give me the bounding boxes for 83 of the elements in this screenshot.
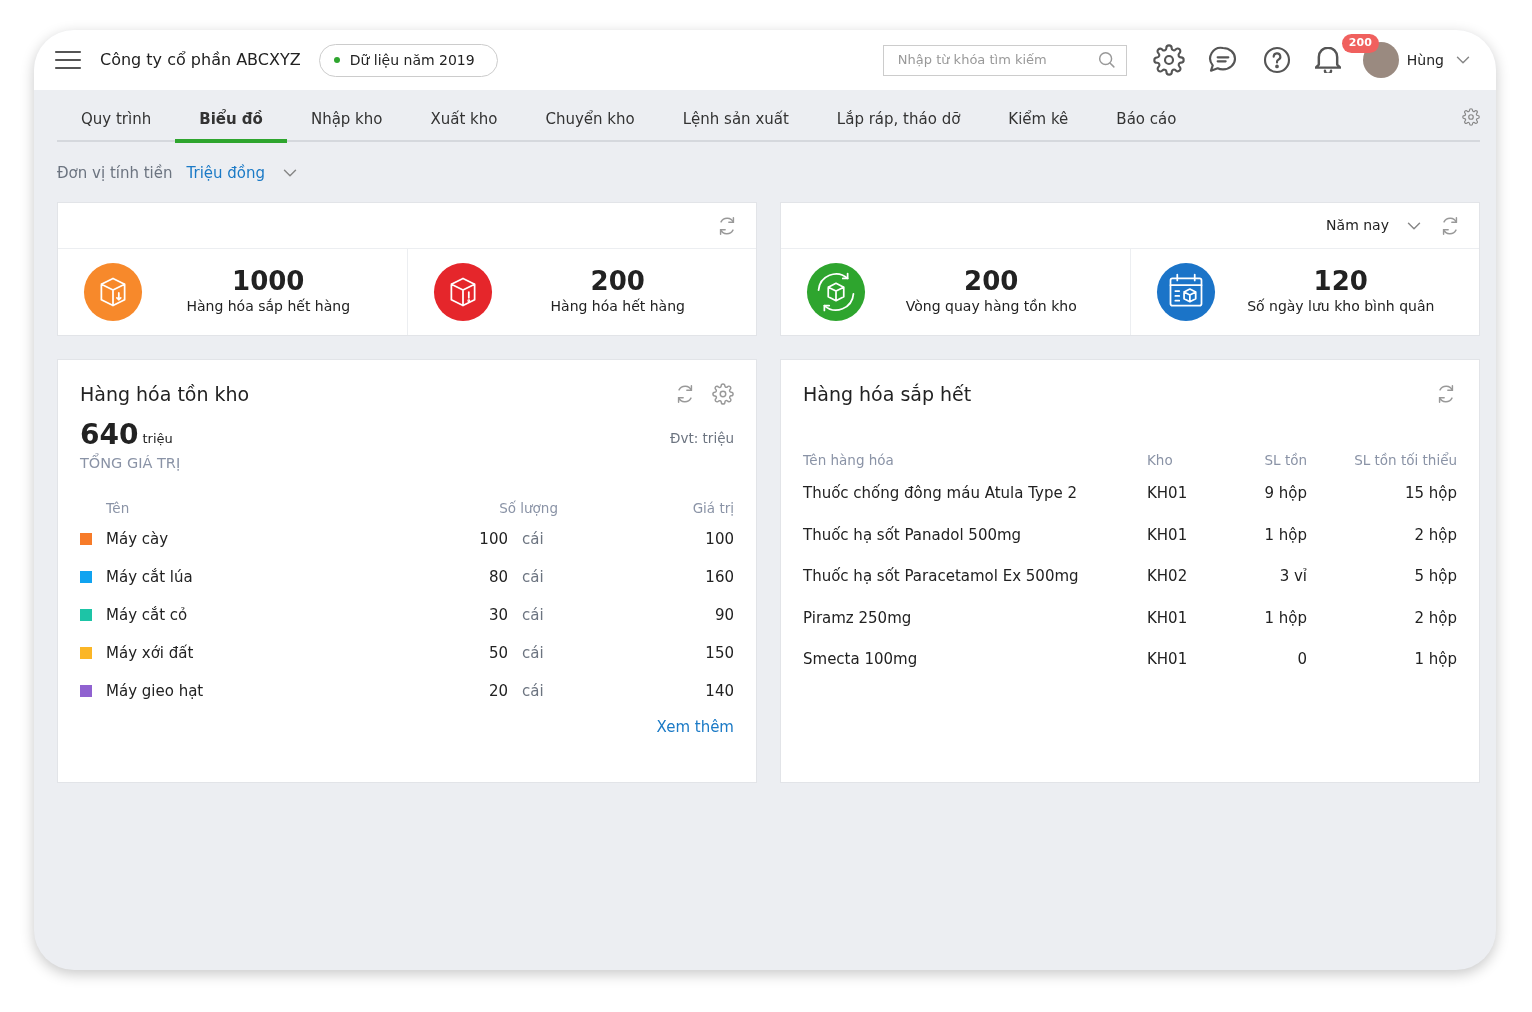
table-cell-text: 15 hộp — [1403, 483, 1457, 504]
item-name: Máy xới đất — [106, 643, 195, 664]
product-name: Piramz 250mg — [803, 607, 913, 629]
stat-label: Hàng hóa hết hàng — [550, 296, 685, 316]
product-name: Thuốc chống đông máu Atula Type 2 — [803, 483, 1078, 504]
product-name: Smecta 100mg — [803, 649, 919, 670]
tab[interactable]: Nhập kho — [286, 90, 407, 143]
item-name: Máy gieo hạt — [106, 681, 205, 702]
status-dot-icon — [333, 57, 340, 63]
search-bar[interactable]: Nhập từ khóa tìm kiếm — [882, 44, 1127, 76]
stat-value: 200 — [964, 267, 1019, 296]
table-cell-text: KH01 — [1147, 649, 1189, 670]
value-cell-text: 90 — [713, 605, 734, 626]
stat-value: 200 — [590, 267, 645, 296]
quantity-cell-text: 80 — [487, 567, 508, 588]
user-name[interactable]: Hùng — [1406, 49, 1444, 71]
panel-title: Hàng hóa tồn kho — [80, 382, 251, 407]
data-year-label: Dữ liệu năm 2019 — [349, 50, 475, 70]
table-cell-text: KH01 — [1147, 524, 1189, 546]
settings-icon[interactable] — [1462, 105, 1480, 128]
table-cell-text: 1 hộp — [1413, 649, 1457, 670]
stat-value: 120 — [1313, 267, 1368, 296]
product-name: Thuốc hạ sốt Panadol 500mg — [803, 524, 1023, 546]
stat-label: Số ngày lưu kho bình quân — [1247, 296, 1435, 316]
quantity-cell-text: 20 — [487, 681, 508, 702]
unit-cell-text: cái — [522, 643, 545, 664]
table-cell-text: KH02 — [1147, 566, 1189, 587]
column-header: Giá trị — [691, 499, 734, 519]
tab[interactable]: Xuất kho — [406, 90, 522, 143]
table-cell-text: 2 hộp — [1413, 524, 1457, 546]
tab[interactable]: Quy trình — [57, 90, 176, 143]
table-cell-text: KH01 — [1147, 483, 1189, 504]
unit-cell-text: cái — [522, 605, 545, 626]
column-header: Tên hàng hóa — [803, 451, 895, 471]
unit-cell-text: cái — [522, 681, 545, 702]
unit-note: Đvt: triệu — [669, 429, 734, 449]
total-unit: triệu — [142, 430, 173, 448]
table-cell-text: 1 hộp — [1263, 607, 1307, 629]
table-cell-text: 2 hộp — [1413, 607, 1457, 629]
table-cell-text: 0 — [1296, 649, 1307, 670]
settings-icon[interactable] — [1152, 44, 1185, 76]
company-name: Công ty cổ phần ABCXYZ — [100, 49, 301, 71]
tab[interactable]: Chuyển kho — [521, 90, 659, 143]
item-name: Máy cắt cỏ — [106, 605, 189, 626]
column-header: SL tồn tối thiểu — [1353, 451, 1457, 471]
table-cell-text: 1 hộp — [1263, 524, 1307, 546]
tab[interactable]: Biểu đồ — [175, 90, 287, 143]
unit-label: Đơn vị tính tiền — [57, 162, 173, 184]
quantity-cell-text: 30 — [487, 605, 508, 626]
stat-value: 1000 — [232, 267, 305, 296]
item-name: Máy cày — [106, 529, 170, 550]
unit-cell-text: cái — [522, 567, 545, 588]
table-cell-text: KH01 — [1147, 607, 1189, 629]
value-cell-text: 150 — [704, 643, 734, 664]
tab[interactable]: Lắp ráp, tháo dỡ — [812, 90, 985, 143]
tab[interactable]: Báo cáo — [1092, 90, 1201, 143]
total-value: 640 — [80, 420, 139, 449]
column-header: Số lượng — [498, 499, 558, 519]
item-name: Máy cắt lúa — [106, 567, 194, 588]
total-label: TỔNG GIÁ TRỊ — [80, 452, 182, 473]
stat-label: Hàng hóa sắp hết hàng — [186, 296, 351, 316]
column-header: Kho — [1147, 451, 1174, 471]
tab[interactable]: Kiểm kê — [984, 90, 1093, 143]
table-cell-text: 5 hộp — [1413, 566, 1457, 587]
column-header: Tên — [105, 499, 131, 519]
stat-label: Vòng quay hàng tồn kho — [905, 296, 1077, 316]
bell-icon[interactable] — [1314, 47, 1341, 73]
value-cell-text: 160 — [704, 567, 734, 588]
quantity-cell-text: 50 — [487, 643, 508, 664]
panel-title: Hàng hóa sắp hết — [803, 382, 973, 407]
value-cell-text: 100 — [704, 529, 734, 550]
see-more-link[interactable]: Xem thêm — [656, 716, 734, 739]
quantity-cell-text: 100 — [478, 529, 508, 550]
period-dropdown[interactable]: Năm nay — [1326, 215, 1389, 236]
product-name: Thuốc hạ sốt Paracetamol Ex 500mg — [803, 566, 1080, 587]
value-cell-text: 140 — [704, 681, 734, 702]
tab[interactable]: Lệnh sản xuất — [658, 90, 813, 143]
unit-dropdown[interactable]: Triệu đồng — [186, 161, 266, 184]
table-cell-text: 3 vỉ — [1278, 566, 1307, 587]
column-header: SL tồn — [1263, 451, 1307, 471]
unit-cell-text: cái — [522, 529, 545, 550]
notification-count: 200 — [1341, 34, 1379, 53]
table-cell-text: 9 hộp — [1263, 483, 1307, 504]
